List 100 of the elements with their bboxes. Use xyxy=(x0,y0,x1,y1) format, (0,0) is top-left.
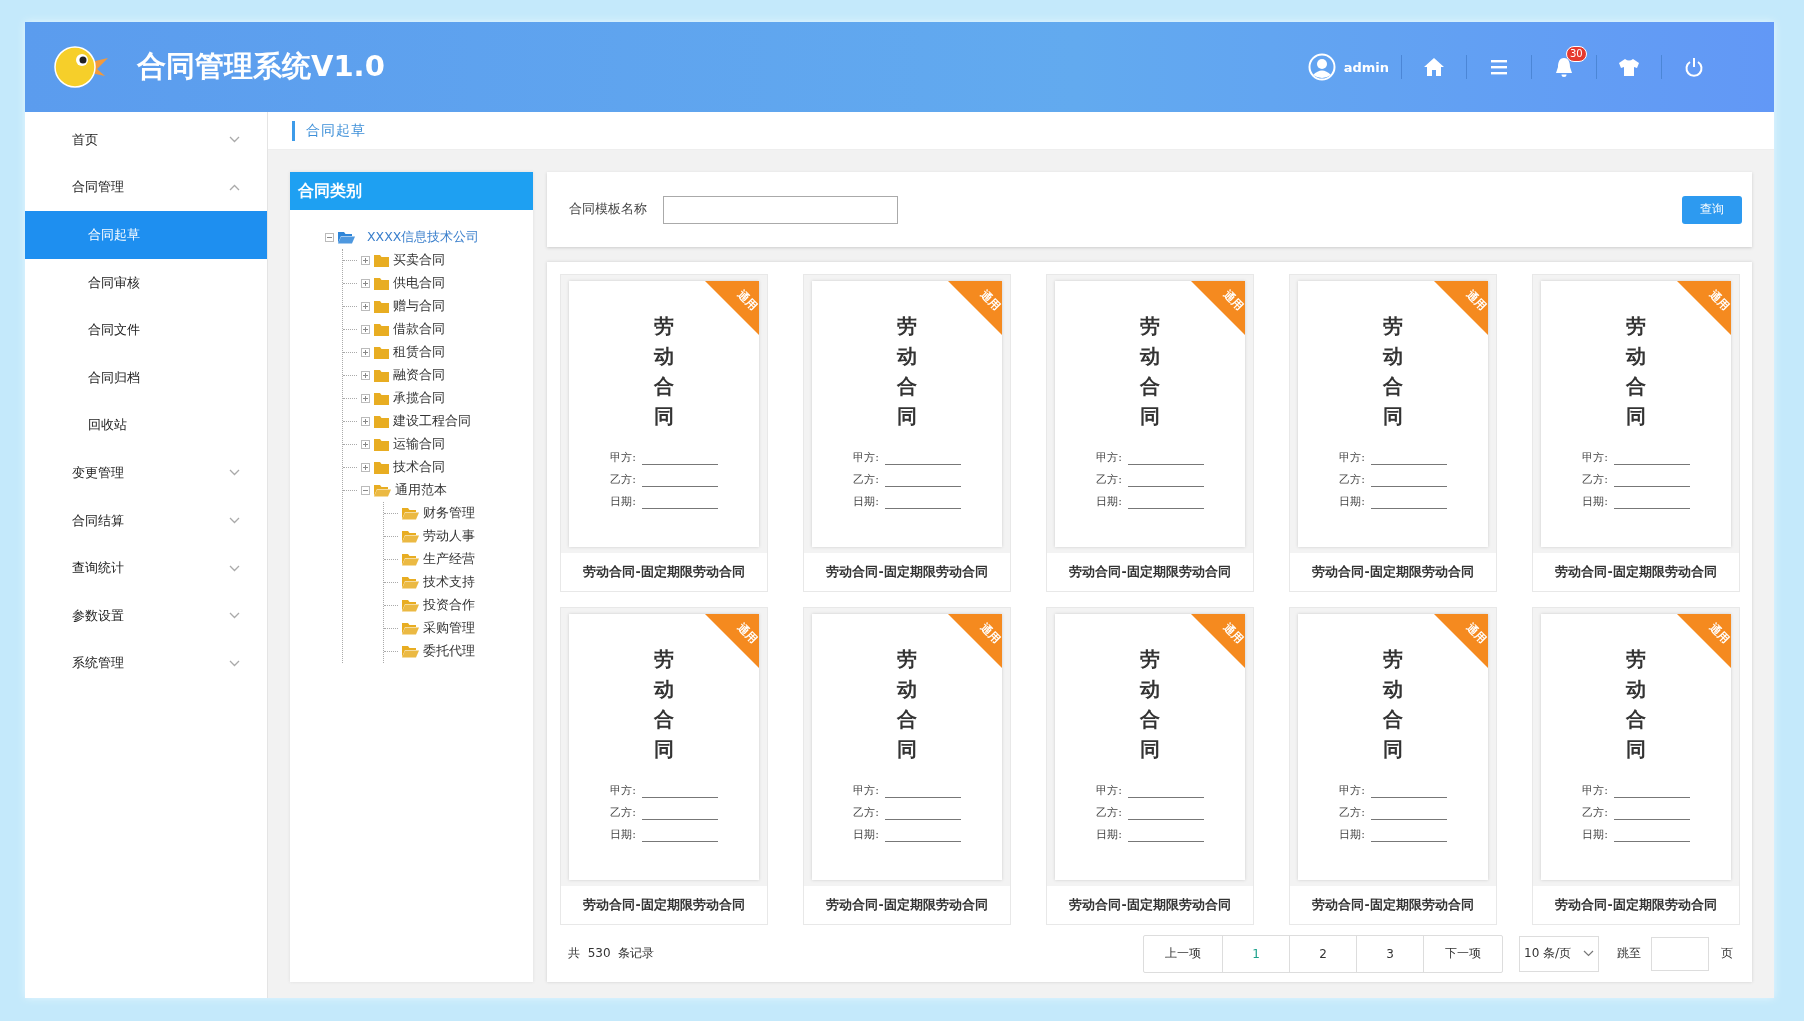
template-card[interactable]: 通用 劳动合同 甲方: 乙方: 日期: 劳动合同-固定期限劳动合同 xyxy=(1046,607,1254,925)
field-label: 日期: xyxy=(1339,494,1365,509)
ribbon-label: 通用 xyxy=(1705,620,1731,647)
tree-node-label[interactable]: 采购管理 xyxy=(423,620,475,637)
field-label: 甲方: xyxy=(610,450,636,465)
field-label: 日期: xyxy=(610,494,636,509)
nav-subitem[interactable]: 合同审核 xyxy=(25,258,267,307)
ribbon-label: 通用 xyxy=(1219,287,1245,314)
ribbon-label: 通用 xyxy=(1219,620,1245,647)
tree-node-label[interactable]: 运输合同 xyxy=(393,436,445,453)
template-card[interactable]: 通用 劳动合同 甲方: 乙方: 日期: 劳动合同-固定期限劳动合同 xyxy=(560,274,768,592)
tree-node-label[interactable]: 技术支持 xyxy=(423,574,475,591)
field-label: 甲方: xyxy=(610,783,636,798)
template-card[interactable]: 通用 劳动合同 甲方: 乙方: 日期: 劳动合同-固定期限劳动合同 xyxy=(1532,607,1740,925)
page-button[interactable]: 3 xyxy=(1357,935,1424,972)
tree-node-label[interactable]: 生产经营 xyxy=(423,551,475,568)
page-button[interactable]: 2 xyxy=(1290,935,1357,972)
tree-node-label[interactable]: 投资合作 xyxy=(423,597,475,614)
field-label: 甲方: xyxy=(853,783,879,798)
template-caption: 劳动合同-固定期限劳动合同 xyxy=(561,886,767,924)
field-label: 日期: xyxy=(1339,827,1365,842)
field-label: 甲方: xyxy=(1339,450,1365,465)
nav-item[interactable]: 合同管理 xyxy=(25,163,267,212)
tree-node-label[interactable]: 劳动人事 xyxy=(423,528,475,545)
tree-node-label[interactable]: 赠与合同 xyxy=(393,298,445,315)
field-label: 乙方: xyxy=(1339,805,1365,820)
tree-node-label[interactable]: 供电合同 xyxy=(393,275,445,292)
tree-node-label[interactable]: 财务管理 xyxy=(423,505,475,522)
ribbon-label: 通用 xyxy=(1462,287,1488,314)
nav-item[interactable]: 变更管理 xyxy=(25,449,267,497)
template-card[interactable]: 通用 劳动合同 甲方: 乙方: 日期: 劳动合同-固定期限劳动合同 xyxy=(803,607,1011,925)
field-label: 乙方: xyxy=(610,805,636,820)
nav-item[interactable]: 系统管理 xyxy=(25,639,267,688)
nav-subitem[interactable]: 合同文件 xyxy=(25,306,267,354)
ribbon-label: 通用 xyxy=(733,287,759,314)
template-caption: 劳动合同-固定期限劳动合同 xyxy=(1533,553,1739,591)
contract-title: 劳动合同 xyxy=(897,313,917,430)
field-label: 乙方: xyxy=(853,805,879,820)
tree-node-label[interactable]: 建设工程合同 xyxy=(393,413,471,430)
notification-badge: 30 xyxy=(1566,46,1587,62)
template-caption: 劳动合同-固定期限劳动合同 xyxy=(1047,886,1253,924)
template-card[interactable]: 通用 劳动合同 甲方: 乙方: 日期: 劳动合同-固定期限劳动合同 xyxy=(1046,274,1254,592)
field-label: 乙方: xyxy=(853,472,879,487)
field-label: 甲方: xyxy=(1096,450,1122,465)
template-caption: 劳动合同-固定期限劳动合同 xyxy=(804,886,1010,924)
nav-item[interactable]: 合同结算 xyxy=(25,496,267,545)
app-title: 合同管理系统V1.0 xyxy=(137,48,385,85)
tree-node-label[interactable]: 通用范本 xyxy=(395,482,447,499)
tree-node-label[interactable]: 承揽合同 xyxy=(393,390,445,407)
nav-item[interactable]: 查询统计 xyxy=(25,544,267,592)
nav-item[interactable]: 参数设置 xyxy=(25,591,267,640)
ribbon-label: 通用 xyxy=(733,620,759,647)
field-label: 乙方: xyxy=(1582,472,1608,487)
field-label: 日期: xyxy=(853,827,879,842)
record-count: 共 530 条记录 xyxy=(568,945,655,962)
ribbon-label: 通用 xyxy=(1705,287,1731,314)
template-caption: 劳动合同-固定期限劳动合同 xyxy=(1290,886,1496,924)
page-unit-label: 页 xyxy=(1721,945,1733,962)
jump-label: 跳至 xyxy=(1617,945,1641,962)
contract-title: 劳动合同 xyxy=(654,313,674,430)
template-card[interactable]: 通用 劳动合同 甲方: 乙方: 日期: 劳动合同-固定期限劳动合同 xyxy=(803,274,1011,592)
contract-title: 劳动合同 xyxy=(1383,313,1403,430)
template-card[interactable]: 通用 劳动合同 甲方: 乙方: 日期: 劳动合同-固定期限劳动合同 xyxy=(560,607,768,925)
tree-node-label[interactable]: 技术合同 xyxy=(393,459,445,476)
page-size-select[interactable]: 10 条/页 xyxy=(1519,935,1599,972)
template-caption: 劳动合同-固定期限劳动合同 xyxy=(1533,886,1739,924)
template-caption: 劳动合同-固定期限劳动合同 xyxy=(1290,553,1496,591)
contract-title: 劳动合同 xyxy=(897,646,917,763)
field-label: 日期: xyxy=(1096,827,1122,842)
contract-title: 劳动合同 xyxy=(1626,646,1646,763)
tree-node-label[interactable]: 借款合同 xyxy=(393,321,445,338)
field-label: 乙方: xyxy=(1582,805,1608,820)
tree-node-label[interactable]: 融资合同 xyxy=(393,367,445,384)
field-label: 乙方: xyxy=(1096,805,1122,820)
contract-title: 劳动合同 xyxy=(1140,646,1160,763)
ribbon-label: 通用 xyxy=(976,287,1002,314)
tree-node-label[interactable]: XXXX信息技术公司 xyxy=(367,229,480,246)
next-page-button[interactable]: 下一项 xyxy=(1424,935,1502,972)
template-card[interactable]: 通用 劳动合同 甲方: 乙方: 日期: 劳动合同-固定期限劳动合同 xyxy=(1532,274,1740,592)
breadcrumb-link[interactable]: 合同起草 xyxy=(306,121,366,140)
field-label: 乙方: xyxy=(610,472,636,487)
ribbon-label: 通用 xyxy=(976,620,1002,647)
tree-node-label[interactable]: 租赁合同 xyxy=(393,344,445,361)
nav-subitem[interactable]: 回收站 xyxy=(25,401,267,450)
field-label: 甲方: xyxy=(1339,783,1365,798)
field-label: 日期: xyxy=(853,494,879,509)
nav-item[interactable]: 首页 xyxy=(25,116,267,164)
template-card[interactable]: 通用 劳动合同 甲方: 乙方: 日期: 劳动合同-固定期限劳动合同 xyxy=(1289,274,1497,592)
nav-subitem[interactable]: 合同归档 xyxy=(25,353,267,402)
tree-node-label[interactable]: 买卖合同 xyxy=(393,252,445,269)
template-card[interactable]: 通用 劳动合同 甲方: 乙方: 日期: 劳动合同-固定期限劳动合同 xyxy=(1289,607,1497,925)
field-label: 日期: xyxy=(1096,494,1122,509)
field-label: 甲方: xyxy=(853,450,879,465)
panel-title: 合同类别 xyxy=(290,172,533,210)
prev-page-button[interactable]: 上一项 xyxy=(1144,935,1223,972)
field-label: 日期: xyxy=(610,827,636,842)
contract-title: 劳动合同 xyxy=(1140,313,1160,430)
contract-title: 劳动合同 xyxy=(654,646,674,763)
field-label: 甲方: xyxy=(1096,783,1122,798)
tree-node-label[interactable]: 委托代理 xyxy=(423,643,475,660)
